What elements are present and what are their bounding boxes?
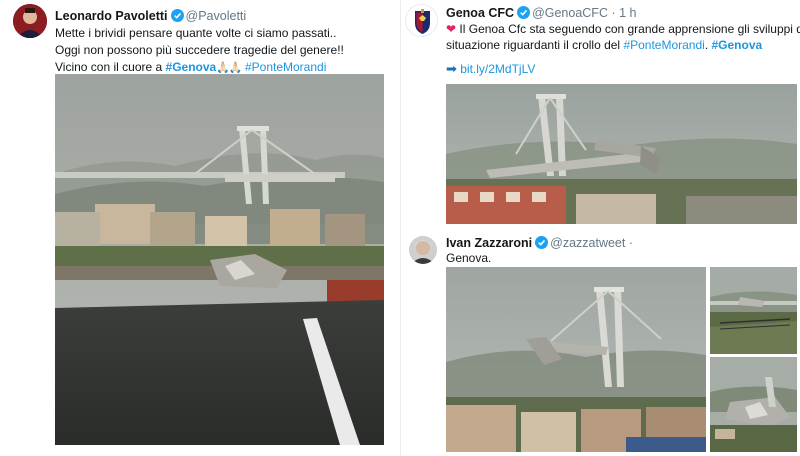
hashtag-link[interactable]: #Genova [712,38,763,52]
hashtag-link[interactable]: #Genova [166,60,217,74]
verified-badge-icon [535,236,549,249]
tweet-line: Mette i brividi pensare quante volte ci … [55,26,337,40]
author-handle[interactable]: @Pavoletti [186,9,247,23]
tweet-header: Leonardo Pavoletti @Pavoletti [55,9,246,23]
heart-icon: ❤ [446,22,457,36]
avatar-zazzaroni[interactable] [409,236,437,264]
tweet-photo-bridge-collapse-main[interactable] [446,267,706,452]
tweet-body: Genova. [446,251,491,266]
tweet-timestamp[interactable]: 1 h [619,6,636,20]
hashtag-link[interactable]: #PonteMorandi [623,38,704,52]
tweet-line: Genova. [446,251,492,265]
right-panel: Genoa CFC @GenoaCFC · 1 h ❤ Il Genoa Cfc … [401,0,800,456]
verified-badge-icon [170,9,184,22]
tweet-text-prefix: Vicino con il cuore a [55,60,166,74]
tweet-body: ❤ Il Genoa Cfc sta seguendo con grande a… [446,22,800,77]
tweet-header: Ivan Zazzaroni @zazzatweet · [446,236,633,250]
author-name[interactable]: Leonardo Pavoletti [55,9,168,23]
author-name[interactable]: Ivan Zazzaroni [446,236,532,250]
tweet-line: Oggi non possono più succedere tragedie … [55,43,344,57]
tweet-body: Mette i brividi pensare quante volte ci … [55,26,344,76]
tweet-photo-collapsed-bridge[interactable] [446,84,797,224]
time-separator: · [628,236,634,250]
tweet-header: Genoa CFC @GenoaCFC · 1 h [446,6,637,20]
tweet-text: Il Genoa Cfc sta seguendo con grande app… [459,22,800,36]
author-handle[interactable]: @GenoaCFC [532,6,608,20]
tweet-pavoletti[interactable]: Leonardo Pavoletti @Pavoletti Mette i bri… [0,0,400,456]
arrow-right-icon: ➡ [446,61,457,76]
tweet-photo-bridge-street[interactable] [55,74,384,445]
short-url-link[interactable]: bit.ly/2MdTjLV [460,62,535,76]
tweet-photo-bridge-collapse-2[interactable] [710,267,797,354]
hashtag-link[interactable]: #PonteMorandi [245,60,326,74]
avatar-genoa[interactable] [405,4,438,37]
tweet-text: situazione riguardanti il crollo del [446,38,624,52]
tweet-photo-bridge-collapse-3[interactable] [710,357,797,452]
tweet-line: ❤ Il Genoa Cfc sta seguendo con grande a… [446,22,800,37]
time-separator: · [611,6,616,20]
author-name[interactable]: Genoa CFC [446,6,514,20]
tweet-link-line: ➡ bit.ly/2MdTjLV [446,61,800,77]
avatar-pavoletti[interactable] [13,4,47,38]
tweet-line: situazione riguardanti il crollo del #Po… [446,38,800,53]
verified-badge-icon [517,6,531,19]
tweet-text: . [704,38,712,52]
author-handle[interactable]: @zazzatweet [550,236,625,250]
